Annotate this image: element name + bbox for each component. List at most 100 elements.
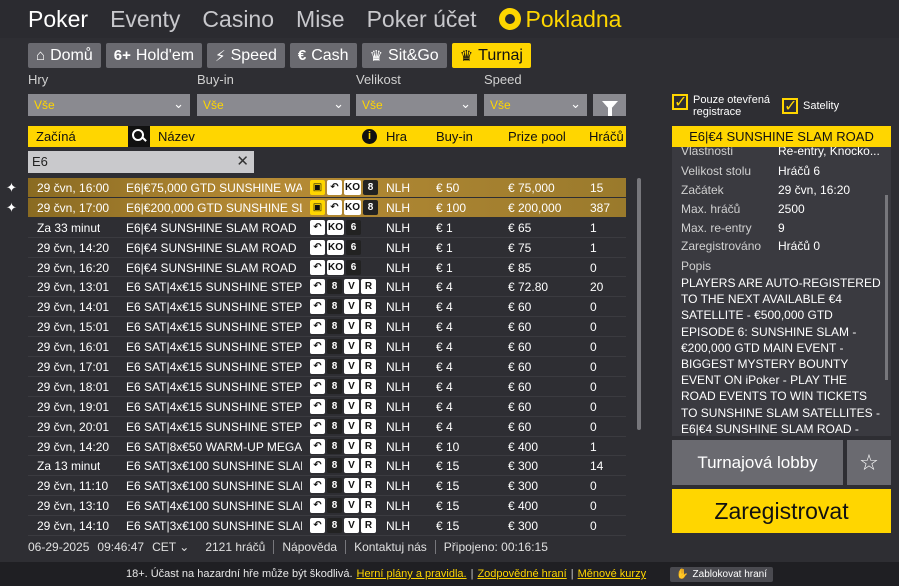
close-icon[interactable]: ✕: [236, 151, 249, 173]
pin-icon[interactable]: ✦: [6, 200, 17, 216]
table-row[interactable]: 29 čvn, 20:01 E6 SAT|4x€15 SUNSHINE STEP N…: [28, 417, 626, 437]
row-badges: ↶ KO 6: [310, 259, 363, 275]
row-start-time: 29 čvn, 16:00: [37, 181, 110, 195]
status-bar: 06-29-2025 09:46:47 CET ⌄ 2121 hráčů Náp…: [28, 540, 556, 554]
row-name: E6 SAT|4x€15 SUNSHINE STEP: [126, 419, 302, 434]
help-link[interactable]: Nápověda: [274, 540, 347, 554]
filter-button[interactable]: [593, 94, 626, 116]
row-players: 0: [590, 519, 597, 534]
nav-poker[interactable]: Poker: [28, 6, 88, 33]
table-row[interactable]: 29 čvn, 16:00 E6|€75,000 GTD SUNSHINE WA.…: [28, 178, 626, 198]
row-badges: ↶ 8 V R: [310, 478, 378, 494]
format-badge: V: [344, 359, 359, 375]
reentry-icon: ↶: [310, 438, 325, 454]
table-row[interactable]: 29 čvn, 13:01 E6 SAT|4x€15 SUNSHINE STEP N…: [28, 277, 626, 298]
register-button[interactable]: Zaregistrovat: [672, 489, 891, 533]
table-row[interactable]: 29 čvn, 16:01 E6 SAT|4x€15 SUNSHINE STEP N…: [28, 337, 626, 358]
contact-link[interactable]: Kontaktuj nás: [346, 540, 436, 554]
row-start-time: 29 čvn, 13:01: [37, 280, 110, 295]
nav-poker-account[interactable]: Poker účet: [367, 6, 477, 33]
satellites-checkbox[interactable]: Satelity: [782, 96, 839, 116]
format-badge: V: [344, 398, 359, 414]
tab-sitgo[interactable]: ♛ Sit&Go: [361, 43, 447, 68]
prop-label: Začátek: [681, 183, 724, 197]
table-row[interactable]: 29 čvn, 17:00 E6|€200,000 GTD SUNSHINE SL…: [28, 197, 626, 218]
block-gaming-button[interactable]: ✋ Zablokovat hraní: [670, 566, 774, 582]
pin-icon[interactable]: ✦: [6, 180, 17, 196]
open-registration-checkbox[interactable]: Pouze otevřená registrace: [672, 92, 782, 118]
row-name: E6 SAT|4x€100 SUNSHINE SLAM: [126, 499, 302, 514]
timezone-select[interactable]: CET ⌄: [152, 540, 189, 554]
search-input[interactable]: E6 ✕: [28, 151, 254, 173]
row-start-time: 29 čvn, 11:10: [37, 479, 109, 494]
table-row[interactable]: 29 čvn, 17:01 E6 SAT|4x€15 SUNSHINE STEP N…: [28, 357, 626, 377]
tab-tournament[interactable]: ♛ Turnaj: [451, 43, 531, 68]
table-row[interactable]: 29 čvn, 13:10 E6 SAT|4x€100 SUNSHINE SLAM…: [28, 496, 626, 517]
table-row[interactable]: 29 čvn, 11:10 E6 SAT|3x€100 SUNSHINE SLAM…: [28, 476, 626, 497]
table-row[interactable]: 29 čvn, 14:10 E6 SAT|3x€100 SUNSHINE SLAM…: [28, 516, 626, 537]
col-players[interactable]: Hráčů: [589, 129, 624, 144]
format-badge: KO: [327, 259, 344, 275]
row-name: E6 SAT|4x€15 SUNSHINE STEP: [126, 379, 302, 394]
table-row[interactable]: 29 čvn, 16:20 E6|€4 SUNSHINE SLAM ROAD NLH…: [28, 258, 626, 278]
funnel-icon: [601, 100, 618, 116]
table-row[interactable]: 29 čvn, 15:01 E6 SAT|4x€15 SUNSHINE STEP N…: [28, 317, 626, 338]
responsible-gaming-link[interactable]: Zodpovědné hraní: [477, 568, 566, 580]
col-game[interactable]: Hra: [386, 129, 407, 144]
col-buyin[interactable]: Buy-in: [436, 129, 473, 144]
filter-speed-select[interactable]: Vše ⌄: [484, 94, 587, 116]
row-game: NLH: [386, 459, 411, 474]
row-buyin: € 4: [436, 419, 453, 434]
prop-label: Max. hráčů: [681, 202, 741, 216]
format-badge: 6: [346, 259, 361, 275]
rules-link[interactable]: Herní plány a pravidla.: [357, 568, 467, 580]
nav-events[interactable]: Eventy: [110, 6, 180, 33]
row-buyin: € 4: [436, 300, 453, 315]
row-start-time: 29 čvn, 14:20: [37, 240, 110, 255]
filter-buyin-select[interactable]: Vše ⌄: [197, 94, 350, 116]
nav-cashier[interactable]: Pokladna: [498, 6, 621, 33]
search-icon[interactable]: [128, 126, 150, 147]
table-row[interactable]: Za 33 minut E6|€4 SUNSHINE SLAM ROAD NLH € …: [28, 218, 626, 238]
format-badge: 8: [327, 398, 342, 414]
row-game: NLH: [386, 280, 411, 295]
nav-missions[interactable]: Mise: [296, 6, 345, 33]
table-row[interactable]: 29 čvn, 18:01 E6 SAT|4x€15 SUNSHINE STEP N…: [28, 377, 626, 397]
tab-cash[interactable]: € Cash: [289, 43, 357, 68]
col-start[interactable]: Začíná: [36, 129, 76, 144]
row-start-time: 29 čvn, 20:01: [37, 419, 110, 434]
table-row[interactable]: 29 čvn, 14:20 E6|€4 SUNSHINE SLAM ROAD NLH…: [28, 238, 626, 258]
tab-label: Cash: [311, 46, 349, 64]
select-value: Vše: [203, 98, 224, 112]
block-label: Zablokovat hraní: [692, 568, 768, 580]
list-scrollbar[interactable]: [637, 178, 641, 430]
table-row[interactable]: Za 13 minut E6 SAT|3x€100 SUNSHINE SLAM NL…: [28, 456, 626, 477]
info-icon[interactable]: i: [362, 129, 377, 144]
col-prize[interactable]: Prize pool: [508, 129, 566, 144]
tab-holdem[interactable]: 6+ Hold'em: [105, 43, 203, 68]
row-start-time: 29 čvn, 15:01: [37, 320, 110, 335]
table-row[interactable]: 29 čvn, 14:01 E6 SAT|4x€15 SUNSHINE STEP N…: [28, 297, 626, 318]
select-value: Vše: [362, 98, 383, 112]
nav-casino[interactable]: Casino: [202, 6, 274, 33]
detail-scrollbar[interactable]: [885, 195, 888, 380]
tab-speed[interactable]: ⚡ Speed: [207, 43, 285, 68]
tab-label: Hold'em: [135, 46, 195, 64]
table-row[interactable]: 29 čvn, 19:01 E6 SAT|4x€15 SUNSHINE STEP N…: [28, 397, 626, 417]
format-badge: 8: [327, 438, 342, 454]
filter-games-select[interactable]: Vše ⌄: [28, 94, 190, 116]
table-row[interactable]: 29 čvn, 14:20 E6 SAT|8x€50 WARM-UP MEGA NL…: [28, 437, 626, 457]
row-buyin: € 100: [436, 200, 467, 215]
format-badge: V: [344, 319, 359, 335]
row-name: E6|€4 SUNSHINE SLAM ROAD: [126, 220, 297, 235]
search-value: E6: [32, 154, 48, 169]
currency-rates-link[interactable]: Měnové kurzy: [578, 568, 646, 580]
row-badges: ▣ ↶ KO 8: [310, 180, 380, 195]
favorite-star-button[interactable]: ☆: [847, 440, 891, 485]
tab-home[interactable]: ⌂ Domů: [28, 43, 101, 68]
tournament-lobby-button[interactable]: Turnajová lobby: [672, 440, 843, 485]
filter-size-select[interactable]: Vše ⌄: [356, 94, 477, 116]
detail-title: E6|€4 SUNSHINE SLAM ROAD: [672, 126, 891, 147]
col-name[interactable]: Název: [158, 129, 195, 144]
lightning-icon: ⚡: [215, 47, 226, 65]
